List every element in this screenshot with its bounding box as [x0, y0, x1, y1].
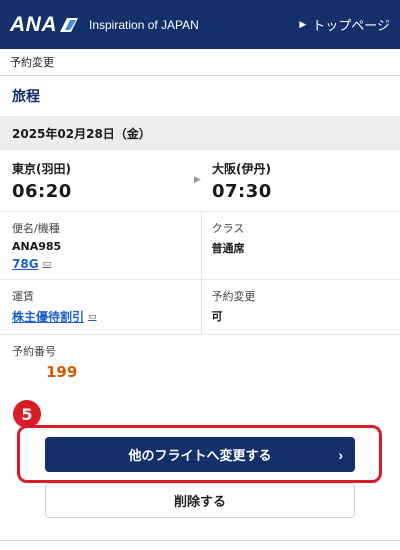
ana-logo[interactable]: ANA	[10, 13, 79, 37]
external-window-icon: ▭	[88, 311, 97, 322]
breadcrumb: 予約変更	[0, 49, 400, 76]
change-value: 可	[211, 310, 223, 323]
divider	[0, 540, 400, 541]
fare-info-row: 運賃 株主優待割引 ▭ 予約変更 可	[0, 280, 400, 335]
fare-link[interactable]: 株主優待割引 ▭	[12, 308, 97, 325]
flight-cell: 便名/機種 ANA985 78G ▭	[0, 212, 201, 279]
arrival-block: 大阪(伊丹) 07:30	[200, 150, 400, 211]
arrival-airport: 大阪(伊丹)	[212, 162, 271, 176]
fare-value: 株主優待割引	[12, 310, 85, 324]
flight-date: 2025年02月28日（金）	[0, 116, 400, 150]
arrival-time: 07:30	[212, 181, 272, 202]
class-label: クラス	[211, 222, 245, 235]
reservation-label: 予約番号	[12, 345, 56, 358]
top-page-label: トップページ	[312, 19, 390, 34]
aircraft-code: 78G	[12, 257, 39, 271]
triangle-right-icon: ▶	[299, 19, 307, 30]
itinerary-title: 旅程	[12, 89, 40, 105]
reservation-number: 199	[46, 363, 78, 381]
reservation-block: 予約番号 199	[0, 335, 400, 393]
route-summary: 東京(羽田) 06:20 ▶ 大阪(伊丹) 07:30	[0, 150, 400, 212]
change-label: 予約変更	[211, 290, 256, 303]
flight-label: 便名/機種	[12, 222, 60, 235]
departure-airport: 東京(羽田)	[12, 162, 71, 176]
app-header: ANA Inspiration of JAPAN ▶ トップページ	[0, 0, 400, 49]
tagline: Inspiration of JAPAN	[89, 17, 199, 32]
aircraft-link[interactable]: 78G ▭	[12, 257, 51, 271]
departure-time: 06:20	[12, 181, 72, 202]
change-cell: 予約変更 可	[200, 280, 400, 334]
flight-info-row: 便名/機種 ANA985 78G ▭ クラス 普通席	[0, 212, 400, 280]
step-badge: 5	[13, 400, 41, 428]
arrow-right-icon: ▶	[194, 175, 201, 185]
top-page-link[interactable]: ▶ トップページ	[299, 15, 390, 34]
class-cell: クラス 普通席	[200, 212, 400, 279]
flight-number: ANA985	[12, 240, 62, 253]
highlight-frame	[17, 425, 382, 483]
departure-block: 東京(羽田) 06:20	[0, 150, 200, 211]
fare-label: 運賃	[12, 290, 34, 303]
external-window-icon: ▭	[42, 259, 52, 269]
fare-cell: 運賃 株主優待割引 ▭	[0, 280, 201, 334]
logo-text: ANA	[10, 12, 57, 36]
logo-wing-icon	[60, 17, 78, 32]
delete-label: 削除する	[173, 494, 226, 509]
delete-button[interactable]: 削除する	[45, 483, 355, 518]
class-value: 普通席	[211, 242, 245, 255]
